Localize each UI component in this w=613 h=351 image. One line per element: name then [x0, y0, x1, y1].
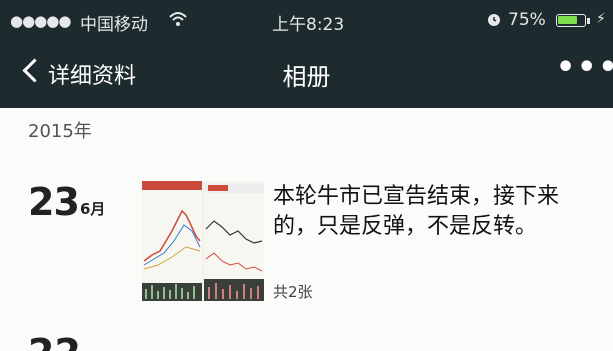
more-options-icon[interactable]: •••: [556, 50, 613, 85]
thumbnail-image-1: [142, 181, 202, 301]
stock-chart-icon-2: [204, 183, 264, 301]
post-thumbnail[interactable]: [142, 181, 264, 301]
year-header: 2015年: [28, 121, 92, 142]
battery-icon: [556, 14, 586, 27]
alarm-icon: [486, 10, 502, 33]
battery-percent: 75%: [508, 10, 546, 30]
post-text: 本轮牛市已宣告结束，接下来的，只是反弹，不是反转。: [273, 184, 560, 239]
post-month: 6月: [80, 200, 106, 218]
post-day: 23: [28, 180, 80, 224]
stock-chart-icon: [142, 209, 202, 301]
next-post-day: 22: [28, 334, 81, 351]
carrier-name: 中国移动: [80, 15, 148, 35]
navigation-bar: 详细资料 相册 •••: [0, 40, 613, 108]
charging-icon: ⚡: [596, 11, 606, 27]
photo-count: 共2张: [273, 283, 313, 301]
battery-tip: [587, 18, 590, 24]
battery-fill: [558, 16, 577, 24]
page-title: 相册: [282, 63, 331, 91]
status-bar: ●●●●● 中国移动 上午8:23 75% ⚡: [0, 0, 613, 40]
signal-strength-icon: ●●●●●: [10, 12, 71, 30]
status-time: 上午8:23: [272, 15, 345, 35]
thumbnail-image-2: [204, 181, 264, 301]
wifi-icon: [168, 10, 188, 33]
